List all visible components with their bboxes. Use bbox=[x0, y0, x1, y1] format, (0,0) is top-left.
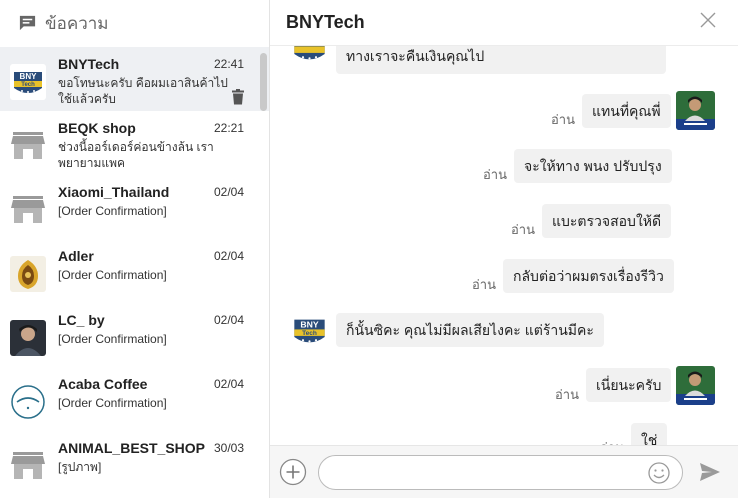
chat-header: BNYTech bbox=[270, 0, 738, 46]
bnytech-logo-icon: BNY Tech bbox=[10, 64, 46, 100]
user-avatar-icon bbox=[676, 366, 715, 405]
shop-icon bbox=[10, 128, 46, 164]
chat-app: ข้อความ BNY Tech BNYTech 22:41 ขอโทษนะคร… bbox=[0, 0, 738, 498]
message-bubble-outgoing: เนี่ยนะครับ bbox=[586, 368, 672, 402]
conversation-time: 02/04 bbox=[213, 313, 244, 327]
conversation-info: LC_ by 02/04 [Order Confirmation] bbox=[58, 311, 244, 367]
conversation-panel-header: ข้อความ bbox=[0, 0, 269, 47]
emoji-icon[interactable] bbox=[648, 462, 670, 484]
conversation-info: Adler 02/04 [Order Confirmation] bbox=[58, 247, 244, 303]
conversation-time: 30/03 bbox=[213, 441, 244, 455]
read-receipt: อ่าน bbox=[511, 222, 535, 237]
chat-title: BNYTech bbox=[286, 12, 365, 32]
user-avatar-icon bbox=[676, 91, 715, 130]
message-text: เนี่ยนะครับ bbox=[596, 377, 662, 393]
message-bubble-outgoing: ใช่ bbox=[631, 423, 668, 445]
photo-avatar-icon bbox=[10, 320, 46, 356]
message-input[interactable] bbox=[337, 462, 637, 484]
send-icon[interactable] bbox=[698, 460, 722, 484]
conversation-snippet: [Order Confirmation] bbox=[58, 396, 167, 410]
conversation-time: 22:41 bbox=[213, 57, 244, 71]
trash-icon[interactable] bbox=[231, 89, 245, 105]
message-thread[interactable]: ทางเราจะคืนเงินคุณไป อ่าน แทนที่คุณพี่ อ… bbox=[270, 46, 738, 445]
read-receipt: อ่าน bbox=[472, 277, 496, 292]
conversation-item-bnytech[interactable]: BNY Tech BNYTech 22:41 ขอโทษนะครับ คือผม… bbox=[0, 47, 269, 111]
message-bubble-outgoing: จะให้ทาง พนง ปรับปรุง bbox=[514, 149, 672, 183]
conversation-item-adler[interactable]: Adler 02/04 [Order Confirmation] bbox=[0, 239, 269, 303]
conversation-snippet: ขอโทษนะครับ คือผมเอาสินค้าไปใช้แล้วครับ bbox=[58, 76, 228, 106]
conversation-item-lc-by[interactable]: LC_ by 02/04 [Order Confirmation] bbox=[0, 303, 269, 367]
chat-bubble-icon bbox=[19, 15, 36, 31]
bnytech-avatar-icon bbox=[290, 46, 329, 67]
message-bubble-outgoing: กลับต่อว่าผมตรงเรื่องรีวิว bbox=[503, 259, 674, 293]
conversation-snippet: ช่วงนี้ออร์เดอร์ค่อนข้างล้น เราพยายามแพค bbox=[58, 140, 214, 170]
conversation-info: ANIMAL_BEST_SHOP 30/03 [รูปภาพ] bbox=[58, 439, 244, 495]
acaba-logo-icon bbox=[10, 384, 46, 420]
conversation-item-animal-best-shop[interactable]: ANIMAL_BEST_SHOP 30/03 [รูปภาพ] bbox=[0, 431, 269, 495]
message-text: ทางเราจะคืนเงินคุณไป bbox=[346, 48, 485, 64]
conversation-snippet: [รูปภาพ] bbox=[58, 460, 102, 474]
conversation-info: Acaba Coffee 02/04 [Order Confirmation] bbox=[58, 375, 244, 431]
add-attachment-icon[interactable] bbox=[279, 458, 307, 486]
shop-icon bbox=[10, 448, 46, 484]
conversation-time: 02/04 bbox=[213, 249, 244, 263]
bnytech-avatar-icon: BNY Tech bbox=[290, 311, 329, 350]
adler-logo-icon bbox=[10, 256, 46, 292]
message-input-wrapper bbox=[318, 455, 683, 490]
conversation-item-acaba-coffee[interactable]: Acaba Coffee 02/04 [Order Confirmation] bbox=[0, 367, 269, 431]
conversation-time: 22:21 bbox=[213, 121, 244, 135]
conversation-snippet: [Order Confirmation] bbox=[58, 204, 167, 218]
conversation-info: BNYTech 22:41 ขอโทษนะครับ คือผมเอาสินค้า… bbox=[58, 55, 244, 111]
message-bubble-outgoing: แทนที่คุณพี่ bbox=[582, 94, 671, 128]
svg-text:Tech: Tech bbox=[21, 82, 35, 88]
svg-text:BNY: BNY bbox=[20, 72, 38, 81]
conversation-info: BEQK shop 22:21 ช่วงนี้ออร์เดอร์ค่อนข้าง… bbox=[58, 119, 244, 175]
read-receipt: อ่าน bbox=[551, 112, 575, 127]
svg-text:Tech: Tech bbox=[302, 330, 317, 337]
conversation-list[interactable]: BNY Tech BNYTech 22:41 ขอโทษนะครับ คือผม… bbox=[0, 47, 269, 498]
message-composer bbox=[270, 445, 738, 498]
message-text: ก็นั้นซิคะ คุณไม่มีผลเสียไงคะ แต่ร้านมีค… bbox=[346, 322, 594, 338]
conversation-list-scrollbar[interactable] bbox=[260, 53, 267, 111]
read-receipt: อ่าน bbox=[483, 167, 507, 182]
conversation-snippet: [Order Confirmation] bbox=[58, 332, 167, 346]
conversation-item-xiaomi-thailand[interactable]: Xiaomi_Thailand 02/04 [Order Confirmatio… bbox=[0, 175, 269, 239]
message-bubble-outgoing: แบะตรวจสอบให้ดี bbox=[542, 204, 672, 238]
message-text: กลับต่อว่าผมตรงเรื่องรีวิว bbox=[513, 268, 664, 284]
message-bubble-incoming: ก็นั้นซิคะ คุณไม่มีผลเสียไงคะ แต่ร้านมีค… bbox=[336, 313, 604, 347]
conversation-snippet: [Order Confirmation] bbox=[58, 268, 167, 282]
read-receipt: อ่าน bbox=[600, 437, 624, 445]
message-bubble-incoming: ทางเราจะคืนเงินคุณไป bbox=[336, 46, 666, 74]
close-icon[interactable] bbox=[700, 12, 716, 28]
message-text: แทนที่คุณพี่ bbox=[592, 103, 661, 119]
message-text: ใช่ bbox=[641, 432, 658, 445]
conversation-panel-title: ข้อความ bbox=[45, 14, 109, 33]
message-text: จะให้ทาง พนง ปรับปรุง bbox=[524, 158, 662, 174]
chat-panel: BNYTech ทางเราจะคืนเงินคุณไป อ่าน แทนที่… bbox=[270, 0, 738, 498]
conversation-item-beqk-shop[interactable]: BEQK shop 22:21 ช่วงนี้ออร์เดอร์ค่อนข้าง… bbox=[0, 111, 269, 175]
svg-text:BNY: BNY bbox=[300, 319, 319, 329]
conversation-time: 02/04 bbox=[213, 185, 244, 199]
conversation-info: Xiaomi_Thailand 02/04 [Order Confirmatio… bbox=[58, 183, 244, 239]
conversation-time: 02/04 bbox=[213, 377, 244, 391]
read-receipt: อ่าน bbox=[555, 387, 579, 402]
message-text: แบะตรวจสอบให้ดี bbox=[552, 213, 662, 229]
conversation-panel: ข้อความ BNY Tech BNYTech 22:41 ขอโทษนะคร… bbox=[0, 0, 269, 498]
shop-icon bbox=[10, 192, 46, 228]
